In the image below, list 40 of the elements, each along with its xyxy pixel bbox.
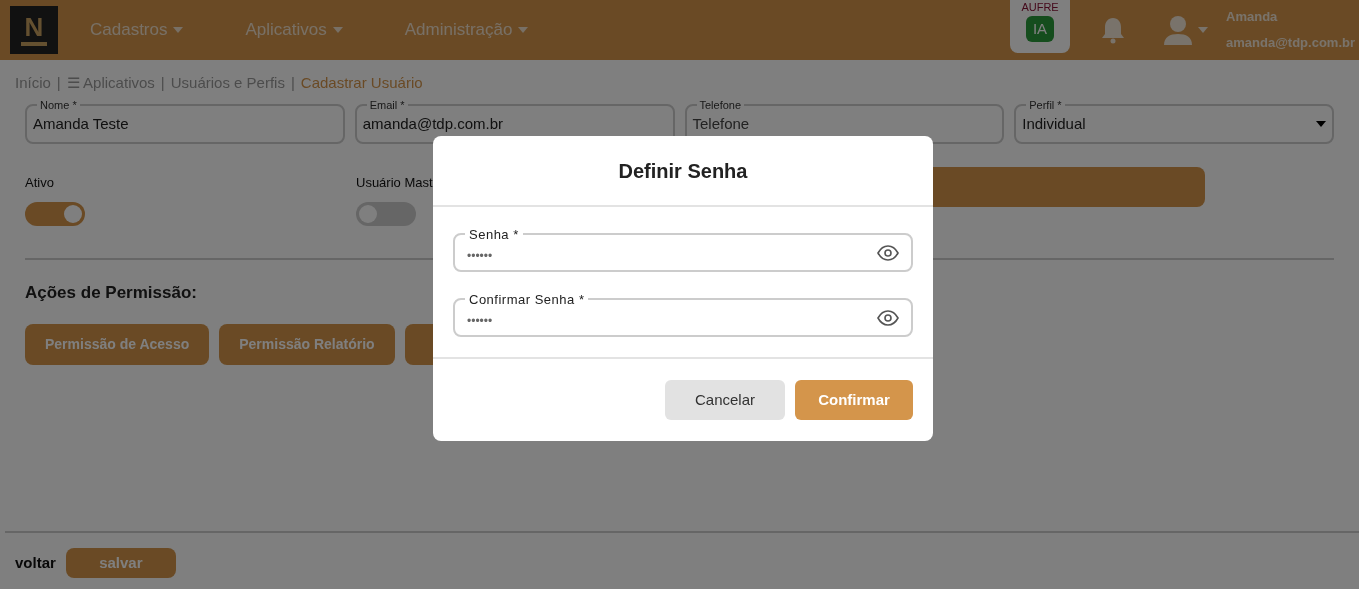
caret-icon xyxy=(518,27,529,33)
breadcrumb-separator: | xyxy=(290,73,295,93)
caret-icon xyxy=(173,27,184,33)
toggle-switch[interactable] xyxy=(356,202,416,226)
password-value: •••••• xyxy=(467,312,493,330)
ai-badge[interactable]: AUFRE IA xyxy=(1010,0,1070,53)
user-name: Amanda xyxy=(1226,8,1279,26)
field-placeholder: Telefone xyxy=(692,114,750,135)
breadcrumb-separator: | xyxy=(160,73,165,93)
user-email: amanda@tdp.com.br xyxy=(1226,34,1355,52)
toggle-switch[interactable] xyxy=(25,202,85,226)
eye-icon[interactable] xyxy=(877,309,899,326)
chat-bubble-icon: IA xyxy=(1026,16,1054,42)
save-button[interactable]: salvar xyxy=(65,548,176,578)
field-value: Amanda Teste xyxy=(33,114,129,135)
toggle-label: Usuário Mast xyxy=(356,173,434,192)
breadcrumb-link[interactable]: Cadastrar Usuário xyxy=(300,72,423,95)
cancel-button[interactable]: Cancelar xyxy=(665,380,785,420)
eye-icon[interactable] xyxy=(877,244,899,261)
dialog-title: Definir Senha xyxy=(433,136,933,207)
password-value: •••••• xyxy=(467,247,493,265)
permission-button[interactable]: Permissão de Acesso xyxy=(25,323,210,365)
user-icon[interactable] xyxy=(1162,15,1194,45)
toggle-label: Ativo xyxy=(25,173,55,192)
breadcrumb-separator: | xyxy=(56,73,61,93)
nav-menu[interactable]: Cadastros xyxy=(90,17,184,43)
nav-menu[interactable]: Aplicativos xyxy=(245,17,343,43)
bell-icon[interactable] xyxy=(1100,16,1126,44)
back-link[interactable]: voltar xyxy=(15,551,56,575)
caret-icon xyxy=(332,27,343,33)
nav-menu[interactable]: Administração xyxy=(404,17,529,43)
caret-icon xyxy=(1198,27,1208,33)
section-title: Ações de Permissão: xyxy=(25,282,197,304)
field-value: Individual xyxy=(1022,114,1086,135)
logo[interactable]: N xyxy=(10,6,58,54)
field-value: amanda@tdp.com.br xyxy=(362,114,504,135)
confirm-button[interactable]: Confirmar xyxy=(795,380,913,420)
permission-button[interactable]: Permissão Relatório xyxy=(219,323,395,365)
caret-icon xyxy=(1316,120,1326,127)
badge-label: AUFRE xyxy=(1021,2,1059,13)
